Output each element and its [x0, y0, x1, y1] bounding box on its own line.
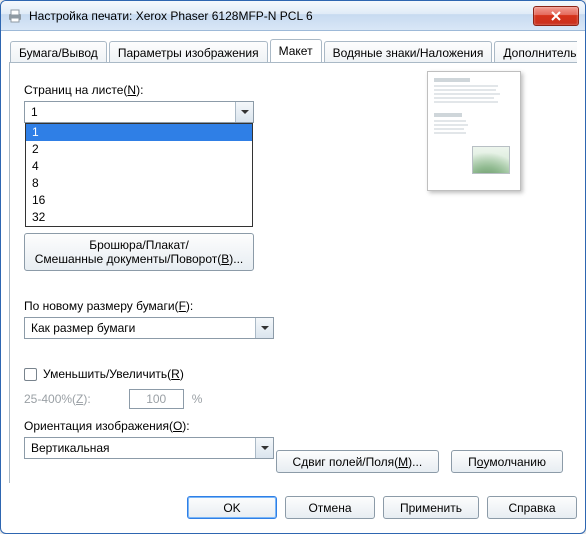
tab-paper-output[interactable]: Бумага/Вывод [10, 41, 107, 63]
cancel-button[interactable]: Отмена [285, 496, 375, 519]
page-preview [427, 71, 521, 191]
chevron-down-icon [235, 102, 253, 122]
orientation-label: Ориентация изображения(O): [24, 419, 334, 433]
pages-option-1[interactable]: 1 [26, 124, 252, 141]
tab-layout[interactable]: Макет [270, 39, 322, 63]
help-button[interactable]: Справка [487, 496, 577, 519]
booklet-poster-button[interactable]: Брошюра/Плакат/ Смешанные документы/Пово… [24, 233, 254, 271]
scale-range-label: 25-400%(Z): [24, 392, 91, 406]
ok-button[interactable]: OK [187, 496, 277, 519]
tab-strip: Бумага/Вывод Параметры изображения Макет… [9, 37, 577, 63]
tab-image-params[interactable]: Параметры изображения [109, 41, 268, 63]
defaults-button[interactable]: По умолчанию [451, 450, 563, 473]
apply-button[interactable]: Применить [383, 496, 479, 519]
checkbox-box [24, 368, 37, 381]
pages-option-16[interactable]: 16 [26, 192, 252, 209]
window-title: Настройка печати: Xerox Phaser 6128MFP-N… [29, 9, 533, 23]
pages-option-32[interactable]: 32 [26, 209, 252, 226]
pages-per-sheet-value: 1 [31, 105, 235, 119]
fit-to-paper-combo[interactable]: Как размер бумаги [24, 317, 274, 339]
pages-option-8[interactable]: 8 [26, 175, 252, 192]
pages-option-4[interactable]: 4 [26, 158, 252, 175]
tab-additional[interactable]: Дополнительные [494, 41, 577, 63]
close-button[interactable] [533, 6, 579, 26]
pages-per-sheet-label: Страниц на листе(N): [24, 83, 334, 97]
titlebar: Настройка печати: Xerox Phaser 6128MFP-N… [1, 1, 585, 31]
scale-percent-input[interactable]: 100 [129, 389, 184, 409]
pages-option-2[interactable]: 2 [26, 141, 252, 158]
orientation-combo[interactable]: Вертикальная [24, 437, 274, 459]
pages-per-sheet-dropdown: 1 2 4 8 16 32 [25, 123, 253, 227]
orientation-value: Вертикальная [31, 441, 255, 455]
fit-to-paper-label: По новому размеру бумаги(F): [24, 299, 334, 313]
scale-checkbox[interactable]: Уменьшить/Увеличить(R) [24, 367, 334, 381]
chevron-down-icon [255, 438, 273, 458]
printer-icon [7, 8, 23, 24]
pages-per-sheet-combo[interactable]: 1 1 2 4 8 16 32 [24, 101, 254, 123]
close-icon [551, 11, 561, 21]
margins-button[interactable]: Сдвиг полей/Поля(M)... [276, 450, 440, 473]
scale-checkbox-label: Уменьшить/Увеличить(R) [43, 367, 184, 381]
tab-layout-page: Страниц на листе(N): 1 1 2 4 8 16 32 [9, 63, 577, 483]
tab-watermarks[interactable]: Водяные знаки/Наложения [324, 41, 493, 63]
scale-unit: % [192, 392, 203, 406]
fit-to-paper-value: Как размер бумаги [31, 321, 255, 335]
chevron-down-icon [255, 318, 273, 338]
